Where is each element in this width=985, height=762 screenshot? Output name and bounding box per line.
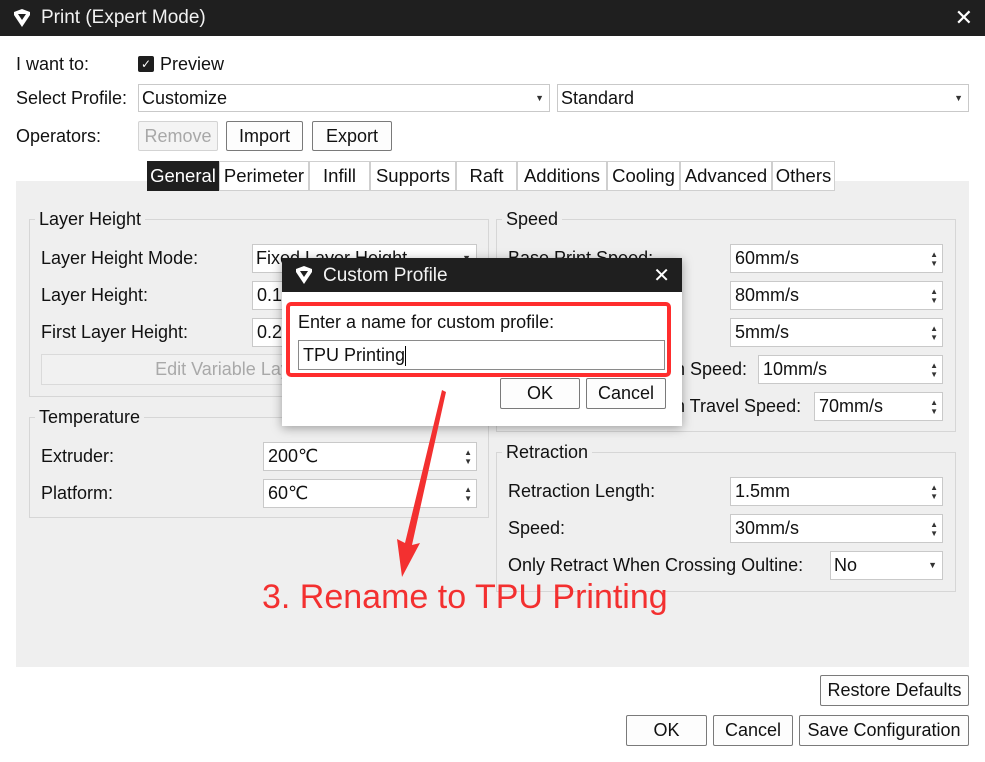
layer-height-value: 0.1 [257,285,283,305]
save-configuration-button[interactable]: Save Configuration [799,715,969,746]
spin-down-icon[interactable]: ▼ [930,260,938,268]
app-logo-icon [296,266,312,284]
operators-label: Operators: [16,126,102,146]
title-bar: Print (Expert Mode) ✕ [0,0,985,36]
spin-down-icon[interactable]: ▼ [930,334,938,342]
spin-up-icon[interactable]: ▲ [930,251,938,259]
base-print-speed-input[interactable]: 60mm/s ▲ ▼ [730,244,943,273]
only-retract-select[interactable]: No ▼ [830,551,943,580]
tab-others[interactable]: Others [772,161,835,191]
spin-up-icon[interactable]: ▲ [930,362,938,370]
spin-down-icon[interactable]: ▼ [930,408,938,416]
chevron-down-icon: ▼ [928,560,937,570]
spin-up-icon[interactable]: ▲ [464,486,472,494]
chevron-down-icon: ▼ [535,93,544,103]
temperature-title: Temperature [35,407,145,428]
speed-label-5: n Travel Speed: [675,396,802,416]
speed-title: Speed [502,209,563,230]
retraction-speed-input[interactable]: 30mm/s ▲ ▼ [730,514,943,543]
close-icon[interactable]: ✕ [653,263,670,288]
speed-input-2[interactable]: 80mm/s ▲ ▼ [730,281,943,310]
spin-down-icon[interactable]: ▼ [930,297,938,305]
extruder-label: Extruder: [41,446,115,466]
dialog-title-bar: Custom Profile ✕ [282,258,682,292]
dialog-title: Custom Profile [323,265,448,286]
want-label: I want to: [16,54,90,74]
spin-down-icon[interactable]: ▼ [930,493,938,501]
tab-cooling[interactable]: Cooling [607,161,680,191]
import-button[interactable]: Import [226,121,303,151]
layer-height-title: Layer Height [35,209,146,230]
speed-label-4: n Speed: [675,359,748,379]
quality-select-value: Standard [561,88,635,108]
retraction-length-input[interactable]: 1.5mm ▲ ▼ [730,477,943,506]
speed-value-3: 5mm/s [735,322,789,342]
tab-raft[interactable]: Raft [456,161,517,191]
speed-value-2: 80mm/s [735,285,800,305]
restore-defaults-button[interactable]: Restore Defaults [820,675,969,706]
base-print-speed-value: 60mm/s [735,248,800,268]
spin-up-icon[interactable]: ▲ [930,521,938,529]
preview-label[interactable]: Preview [160,54,224,75]
retraction-length-label: Retraction Length: [508,481,656,501]
first-layer-height-value: 0.2 [257,322,283,342]
chevron-down-icon: ▼ [954,93,963,103]
speed-input-5[interactable]: 70mm/s ▲ ▼ [814,392,943,421]
extruder-temp-value: 200℃ [268,446,319,466]
tab-supports[interactable]: Supports [370,161,456,191]
only-retract-value: No [834,555,858,575]
window-title: Print (Expert Mode) [41,7,206,28]
ok-button[interactable]: OK [626,715,707,746]
annotation-arrow-icon [397,390,446,577]
layer-height-label: Layer Height: [41,285,149,305]
remove-button[interactable]: Remove [138,121,218,151]
tab-perimeter[interactable]: Perimeter [219,161,309,191]
spin-up-icon[interactable]: ▲ [930,484,938,492]
first-layer-height-label: First Layer Height: [41,322,189,342]
preview-checkbox[interactable]: ✓ [138,56,154,72]
tab-general[interactable]: General [147,161,219,191]
highlight-box [286,302,671,377]
speed-value-5: 70mm/s [819,396,884,416]
close-icon[interactable]: ✕ [955,5,973,31]
tab-advanced[interactable]: Advanced [680,161,772,191]
export-button[interactable]: Export [312,121,392,151]
only-retract-label: Only Retract When Crossing Oultine: [508,555,804,575]
spin-up-icon[interactable]: ▲ [464,449,472,457]
spin-up-icon[interactable]: ▲ [930,325,938,333]
tab-additions[interactable]: Additions [517,161,607,191]
annotation-text: 3. Rename to TPU Printing [262,578,668,616]
profile-select[interactable]: Customize ▼ [138,84,550,112]
retraction-speed-value: 30mm/s [735,518,800,538]
platform-temp-value: 60℃ [268,483,309,503]
speed-value-4: 10mm/s [763,359,828,379]
speed-input-4[interactable]: 10mm/s ▲ ▼ [758,355,943,384]
spin-down-icon[interactable]: ▼ [464,495,472,503]
spin-down-icon[interactable]: ▼ [464,458,472,466]
spin-up-icon[interactable]: ▲ [930,288,938,296]
spin-down-icon[interactable]: ▼ [930,371,938,379]
select-profile-label: Select Profile: [16,88,128,108]
dialog-cancel-button[interactable]: Cancel [586,378,666,409]
speed-input-3[interactable]: 5mm/s ▲ ▼ [730,318,943,347]
platform-label: Platform: [41,483,114,503]
dialog-ok-button[interactable]: OK [500,378,580,409]
retraction-title: Retraction [502,442,593,463]
app-logo-icon [14,9,30,27]
profile-select-value: Customize [142,88,228,108]
tab-infill[interactable]: Infill [309,161,370,191]
spin-down-icon[interactable]: ▼ [930,530,938,538]
cancel-button[interactable]: Cancel [713,715,793,746]
spin-up-icon[interactable]: ▲ [930,399,938,407]
quality-select[interactable]: Standard ▼ [557,84,969,112]
retraction-length-value: 1.5mm [735,481,791,501]
layer-height-mode-label: Layer Height Mode: [41,248,199,268]
retraction-speed-label: Speed: [508,518,566,538]
